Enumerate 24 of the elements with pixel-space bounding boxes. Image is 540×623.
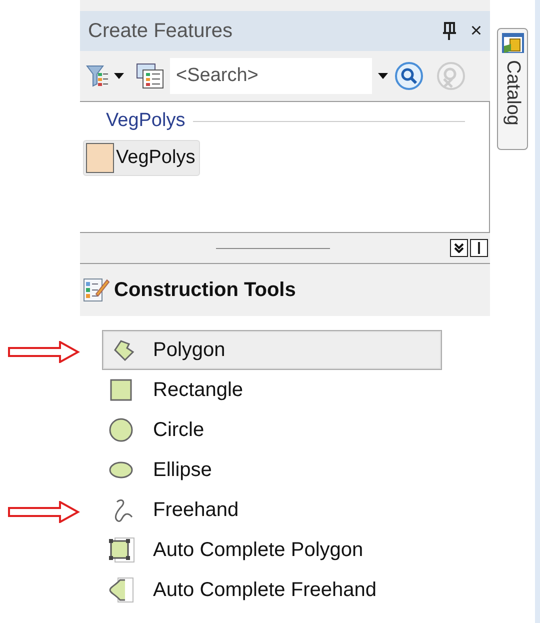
search-field[interactable]: <Search> bbox=[170, 58, 372, 94]
dropdown-arrow-icon[interactable] bbox=[114, 73, 124, 79]
catalog-icon bbox=[500, 32, 524, 56]
double-chevron-icon bbox=[454, 243, 464, 253]
template-group-header: VegPolys bbox=[106, 110, 186, 132]
tool-item[interactable]: Circle bbox=[102, 410, 442, 450]
pin-icon[interactable] bbox=[442, 21, 456, 41]
tool-item[interactable]: Rectangle bbox=[102, 370, 442, 410]
search-icon[interactable] bbox=[394, 61, 424, 91]
tool-item[interactable]: Ellipse bbox=[102, 450, 442, 490]
panel-title: Create Features bbox=[88, 20, 234, 42]
tool-item[interactable]: Auto Complete Polygon bbox=[102, 530, 442, 570]
tool-item[interactable]: Auto Complete Freehand bbox=[102, 570, 442, 610]
divider-bar-icon bbox=[478, 242, 480, 254]
section-title: Construction Tools bbox=[114, 278, 296, 302]
tool-item[interactable]: Freehand bbox=[102, 490, 442, 530]
catalog-tab[interactable]: Catalog bbox=[497, 28, 528, 150]
filter-icon[interactable] bbox=[86, 64, 108, 88]
collapse-button[interactable] bbox=[450, 239, 468, 257]
table-view-icon[interactable] bbox=[136, 63, 164, 89]
dropdown-arrow-icon[interactable] bbox=[378, 73, 388, 79]
template-item[interactable]: VegPolys bbox=[83, 140, 200, 176]
close-button[interactable]: × bbox=[470, 20, 482, 42]
splitter-button[interactable] bbox=[470, 239, 488, 257]
